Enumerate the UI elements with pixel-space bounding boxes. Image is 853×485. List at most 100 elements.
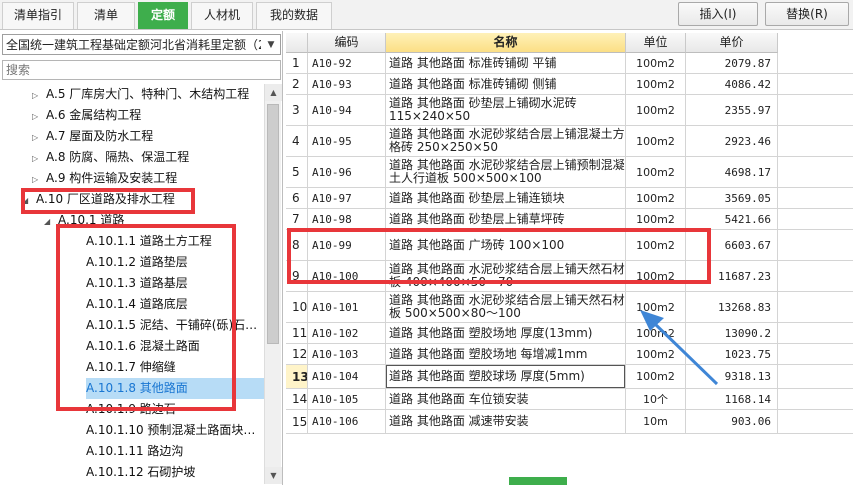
cell-unit[interactable]: 100m2 xyxy=(626,230,686,260)
scrollbar-thumb[interactable] xyxy=(267,104,279,344)
cell-name[interactable]: 道路 其他路面 砂垫层上铺草坪砖 xyxy=(386,209,626,229)
cell-code[interactable]: A10-106 xyxy=(308,410,386,433)
cell-name[interactable]: 道路 其他路面 塑胶球场 厚度(5mm) xyxy=(386,365,626,388)
search-input[interactable] xyxy=(2,60,281,80)
bottom-splitter-handle[interactable] xyxy=(509,477,567,485)
cell-idx[interactable]: 9 xyxy=(286,261,308,291)
expand-arrow-icon[interactable]: ▷ xyxy=(32,169,46,190)
cell-idx[interactable]: 10 xyxy=(286,292,308,322)
cell-price[interactable]: 903.06 xyxy=(686,410,778,433)
cell-price[interactable]: 1168.14 xyxy=(686,389,778,409)
cell-unit[interactable]: 100m2 xyxy=(626,157,686,187)
cell-name[interactable]: 道路 其他路面 水泥砂浆结合层上铺天然石材板 400×400×50～70 xyxy=(386,261,626,291)
tab-bill[interactable]: 清单 xyxy=(77,2,135,29)
collapse-arrow-icon[interactable]: ◢ xyxy=(22,190,36,211)
cell-price[interactable]: 5421.66 xyxy=(686,209,778,229)
tree-node[interactable]: ▷ A.9 构件运输及安装工程 xyxy=(32,168,177,189)
cell-unit[interactable]: 100m2 xyxy=(626,365,686,388)
cell-price[interactable]: 2079.87 xyxy=(686,53,778,73)
cell-name[interactable]: 道路 其他路面 水泥砂浆结合层上铺混凝土方格砖 250×250×50 xyxy=(386,126,626,156)
cell-unit[interactable]: 100m2 xyxy=(626,323,686,343)
cell-unit[interactable]: 100m2 xyxy=(626,74,686,94)
cell-name[interactable]: 道路 其他路面 水泥砂浆结合层上铺预制混凝土人行道板 500×500×100 xyxy=(386,157,626,187)
table-row[interactable]: 13 A10-104 道路 其他路面 塑胶球场 厚度(5mm) 100m2 9318.1… xyxy=(286,365,853,389)
cell-price[interactable]: 3569.05 xyxy=(686,188,778,208)
table-row[interactable]: 15 A10-106 道路 其他路面 减速带安装 10m 903.06 xyxy=(286,410,853,434)
cell-idx[interactable]: 5 xyxy=(286,157,308,187)
cell-code[interactable]: A10-101 xyxy=(308,292,386,322)
table-row[interactable]: 9 A10-100 道路 其他路面 水泥砂浆结合层上铺天然石材板 400×400×5… xyxy=(286,261,853,292)
cell-price[interactable]: 2923.46 xyxy=(686,126,778,156)
cell-idx[interactable]: 3 xyxy=(286,95,308,125)
cell-code[interactable]: A10-93 xyxy=(308,74,386,94)
header-name[interactable]: 名称 xyxy=(386,33,626,53)
cell-unit[interactable]: 100m2 xyxy=(626,261,686,291)
expand-arrow-icon[interactable]: ▷ xyxy=(32,106,46,127)
tab-labor-material-machine[interactable]: 人材机 xyxy=(191,2,253,29)
cell-price[interactable]: 13090.2 xyxy=(686,323,778,343)
cell-code[interactable]: A10-97 xyxy=(308,188,386,208)
cell-idx[interactable]: 7 xyxy=(286,209,308,229)
cell-code[interactable]: A10-100 xyxy=(308,261,386,291)
tree-node[interactable]: ▷ A.7 屋面及防水工程 xyxy=(32,126,153,147)
tree-node[interactable]: A.10.1.3 道路基层 xyxy=(86,273,188,294)
cell-name[interactable]: 道路 其他路面 塑胶场地 每增减1mm xyxy=(386,344,626,364)
header-unit[interactable]: 单位 xyxy=(626,33,686,53)
tree-node[interactable]: A.10.1.10 预制混凝土路面块… xyxy=(86,420,255,441)
expand-arrow-icon[interactable]: ▷ xyxy=(32,85,46,106)
cell-name[interactable]: 道路 其他路面 砂垫层上铺连锁块 xyxy=(386,188,626,208)
table-row[interactable]: 14 A10-105 道路 其他路面 车位锁安装 10个 1168.14 xyxy=(286,389,853,410)
tree-node[interactable]: ▷ A.5 厂库房大门、特种门、木结构工程 xyxy=(32,84,249,105)
cell-name[interactable]: 道路 其他路面 减速带安装 xyxy=(386,410,626,433)
tree-node[interactable]: A.10.1.8 其他路面 xyxy=(86,378,264,399)
cell-price[interactable]: 1023.75 xyxy=(686,344,778,364)
tree-node[interactable]: A.10.1.4 道路底层 xyxy=(86,294,188,315)
table-row[interactable]: 12 A10-103 道路 其他路面 塑胶场地 每增减1mm 100m2 1023.75 xyxy=(286,344,853,365)
table-row[interactable]: 3 A10-94 道路 其他路面 砂垫层上铺砌水泥砖 115×240×50 100m2… xyxy=(286,95,853,126)
cell-unit[interactable]: 100m2 xyxy=(626,126,686,156)
tree-node[interactable]: ◢ A.10.1 道路 xyxy=(44,210,124,231)
cell-idx[interactable]: 11 xyxy=(286,323,308,343)
cell-unit[interactable]: 100m2 xyxy=(626,95,686,125)
expand-arrow-icon[interactable]: ▷ xyxy=(32,127,46,148)
tree-node[interactable]: A.10.1.7 伸缩缝 xyxy=(86,357,176,378)
table-row[interactable]: 4 A10-95 道路 其他路面 水泥砂浆结合层上铺混凝土方格砖 250×250×5… xyxy=(286,126,853,157)
tree-scrollbar[interactable]: ▲ ▼ xyxy=(264,84,282,484)
cell-unit[interactable]: 10个 xyxy=(626,389,686,409)
cell-idx[interactable]: 13 xyxy=(286,365,308,388)
tree-node[interactable]: A.10.1.9 路边石 xyxy=(86,399,176,420)
cell-name[interactable]: 道路 其他路面 标准砖铺砌 侧铺 xyxy=(386,74,626,94)
cell-price[interactable]: 2355.97 xyxy=(686,95,778,125)
cell-price[interactable]: 11687.23 xyxy=(686,261,778,291)
replace-button[interactable]: 替换(R) xyxy=(765,2,849,26)
table-row[interactable]: 8 A10-99 道路 其他路面 广场砖 100×100 100m2 6603.67 xyxy=(286,230,853,261)
cell-code[interactable]: A10-104 xyxy=(308,365,386,388)
tree-node[interactable]: A.10.1.12 石砌护坡 xyxy=(86,462,195,483)
header-price[interactable]: 单价 xyxy=(686,33,778,53)
cell-name[interactable]: 道路 其他路面 广场砖 100×100 xyxy=(386,230,626,260)
cell-unit[interactable]: 100m2 xyxy=(626,188,686,208)
scroll-up-icon[interactable]: ▲ xyxy=(265,84,282,101)
expand-arrow-icon[interactable]: ▷ xyxy=(32,148,46,169)
cell-name[interactable]: 道路 其他路面 砂垫层上铺砌水泥砖 115×240×50 xyxy=(386,95,626,125)
tree-node[interactable]: A.10.1.6 混凝土路面 xyxy=(86,336,200,357)
cell-idx[interactable]: 14 xyxy=(286,389,308,409)
cell-price[interactable]: 4086.42 xyxy=(686,74,778,94)
cell-unit[interactable]: 100m2 xyxy=(626,292,686,322)
cell-name[interactable]: 道路 其他路面 水泥砂浆结合层上铺天然石材板 500×500×80～100 xyxy=(386,292,626,322)
table-row[interactable]: 5 A10-96 道路 其他路面 水泥砂浆结合层上铺预制混凝土人行道板 500×50… xyxy=(286,157,853,188)
tree-node[interactable]: ▷ A.8 防腐、隔热、保温工程 xyxy=(32,147,189,168)
cell-idx[interactable]: 15 xyxy=(286,410,308,433)
cell-unit[interactable]: 10m xyxy=(626,410,686,433)
table-row[interactable]: 1 A10-92 道路 其他路面 标准砖铺砌 平铺 100m2 2079.87 xyxy=(286,53,853,74)
cell-code[interactable]: A10-95 xyxy=(308,126,386,156)
insert-button[interactable]: 插入(I) xyxy=(678,2,758,26)
cell-code[interactable]: A10-103 xyxy=(308,344,386,364)
table-row[interactable]: 11 A10-102 道路 其他路面 塑胶场地 厚度(13mm) 100m2 13090… xyxy=(286,323,853,344)
tree-node[interactable]: A.10.1.11 路边沟 xyxy=(86,441,183,462)
tree-node[interactable]: A.10.1.5 泥结、干铺碎(砾)石… xyxy=(86,315,257,336)
cell-code[interactable]: A10-105 xyxy=(308,389,386,409)
cell-name[interactable]: 道路 其他路面 塑胶场地 厚度(13mm) xyxy=(386,323,626,343)
cell-code[interactable]: A10-99 xyxy=(308,230,386,260)
table-row[interactable]: 7 A10-98 道路 其他路面 砂垫层上铺草坪砖 100m2 5421.66 xyxy=(286,209,853,230)
